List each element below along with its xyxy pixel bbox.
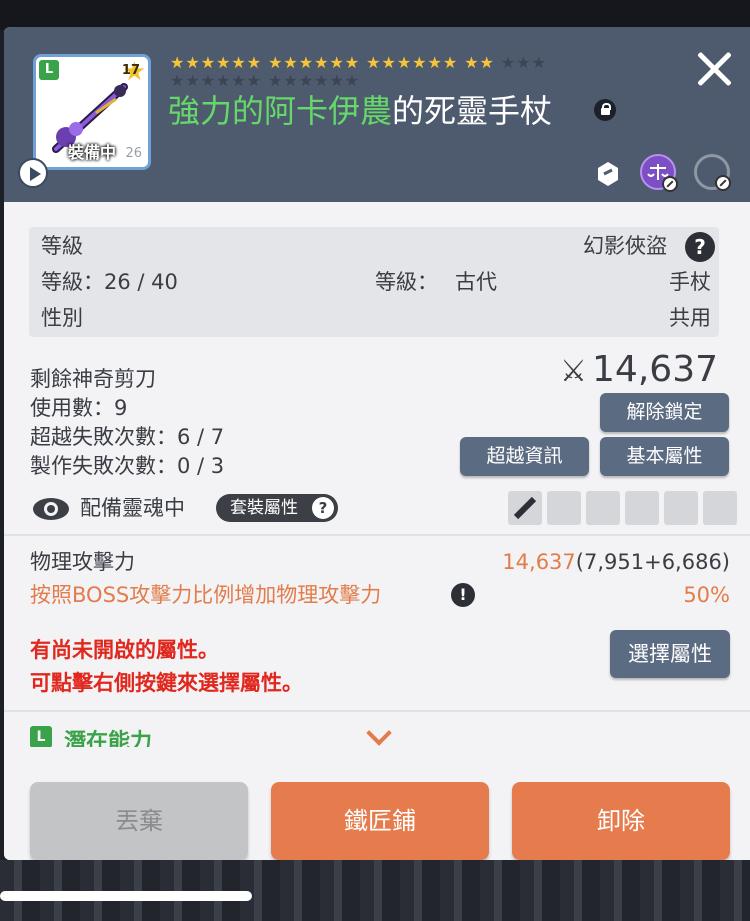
item-name-prefix: 強力的阿卡伊農: [168, 92, 393, 130]
boss-attack-value: 50%: [683, 583, 730, 607]
item-icon[interactable]: L ★ 17 裝備中 26: [33, 54, 151, 170]
set-attributes-label: 套裝屬性: [230, 498, 298, 518]
starforce-number: 17: [121, 63, 140, 78]
level-value: 等級：26 / 40: [41, 270, 178, 294]
unequip-button[interactable]: 卸除: [512, 782, 730, 860]
crossed-swords-icon: ⚔: [560, 354, 587, 389]
share-icon[interactable]: [590, 154, 626, 190]
slot-weapon-icon: [508, 491, 542, 525]
boss-attack-label: 按照BOSS攻擊力比例增加物理攻擊力: [30, 583, 382, 607]
item-name-base: 的死靈手杖: [392, 92, 553, 130]
grade-label: 等級：: [375, 270, 438, 294]
disabled-badge-icon: [715, 175, 731, 191]
item-type: 手杖: [669, 270, 711, 294]
slot-tower-icon: [664, 491, 698, 525]
unlock-button[interactable]: 解除鎖定: [600, 393, 729, 432]
item-name: 強力的阿卡伊農的死靈手杖: [168, 91, 552, 131]
scissors-label: 剩餘神奇剪刀: [30, 367, 156, 391]
starforce-row-1: ★★★★★★ ★★★★★★ ★★★★★★ ★★ ★★★: [170, 53, 547, 72]
unopened-notice-line1: 有尚未開啟的屬性。: [30, 638, 219, 662]
potential-grade-badge: L: [30, 726, 52, 748]
physical-attack-breakdown: (7,951+6,686): [575, 550, 730, 574]
play-button[interactable]: [18, 158, 48, 188]
item-header: L ★ 17 裝備中 26 ★★★★★★ ★★★★★★ ★★★★★★ ★★ ★★★ ★★…: [4, 27, 750, 202]
help-icon[interactable]: ?: [685, 232, 715, 262]
action-footer: 丟棄 鐵匠鋪 卸除: [4, 747, 750, 860]
slot-pet-icon: [547, 491, 581, 525]
discard-button[interactable]: 丟棄: [30, 782, 248, 860]
item-detail-panel: L ★ 17 裝備中 26 ★★★★★★ ★★★★★★ ★★★★★★ ★★ ★★★ ★★…: [4, 27, 750, 860]
blacksmith-button[interactable]: 鐵匠鋪: [271, 782, 489, 860]
info-alert-icon[interactable]: !: [451, 583, 475, 607]
slot-star-icon: [703, 491, 737, 525]
close-button[interactable]: [692, 47, 736, 91]
cycle-icon[interactable]: [694, 154, 731, 191]
transcend-fail-label: 超越失敗次數：6 / 7: [30, 425, 225, 449]
share-glyph-icon: [598, 162, 618, 186]
icon-level: 26: [125, 146, 142, 161]
info-box: 等級 幻影俠盜 ? 等級：26 / 40 等級： 古代 手杖 性別 共用: [29, 227, 719, 337]
select-attribute-button[interactable]: 選擇屬性: [610, 630, 730, 678]
physical-attack-value: 14,637(7,951+6,686): [502, 549, 730, 575]
job-label: 幻影俠盜: [583, 234, 667, 258]
section-divider: [4, 710, 750, 712]
craft-fail-label: 製作失敗次數：0 / 3: [30, 454, 225, 478]
gender-value: 共用: [669, 306, 711, 330]
legendary-grade-badge: L: [39, 60, 59, 80]
uses-label: 使用數：9: [30, 396, 128, 420]
basic-attributes-button[interactable]: 基本屬性: [600, 437, 729, 476]
top-background: [0, 0, 750, 30]
lock-icon: [594, 99, 616, 121]
home-indicator[interactable]: [0, 891, 252, 901]
set-attributes-button[interactable]: 套裝屬性 ?: [216, 494, 338, 522]
slot-badge-icon: [625, 491, 659, 525]
combat-power-value: 14,637: [592, 349, 718, 390]
chevron-down-icon[interactable]: [366, 720, 392, 746]
transcend-info-button[interactable]: 超越資訊: [460, 437, 589, 476]
soul-icon: [33, 498, 69, 520]
physical-attack-total: 14,637: [502, 550, 576, 574]
slot-wing-icon: [586, 491, 620, 525]
gender-label: 性別: [41, 306, 83, 330]
scale-icon[interactable]: [640, 154, 678, 192]
disabled-badge-icon: [662, 176, 678, 192]
physical-attack-label: 物理攻擊力: [30, 550, 135, 574]
set-help-icon: ?: [312, 497, 334, 519]
section-divider: [4, 534, 750, 536]
grade-value: 古代: [455, 270, 497, 294]
soul-label: 配備靈魂中: [80, 496, 185, 520]
starforce-row-2: ★★★★★★ ★★★★★★: [170, 71, 361, 90]
unopened-notice-line2: 可點擊右側按鍵來選擇屬性。: [30, 671, 303, 695]
level-label: 等級: [41, 234, 83, 258]
